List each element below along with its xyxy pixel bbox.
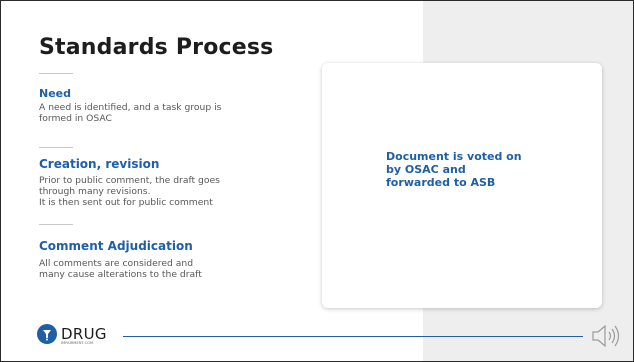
- drug-impairment-logo: DRUG IMPAIRMENT.COM: [37, 324, 117, 346]
- text-line: It is then sent out for public comment: [39, 197, 213, 208]
- section-text-comment: All comments are considered and many cau…: [39, 258, 202, 280]
- divider: [39, 147, 73, 148]
- speaker-icon[interactable]: [589, 322, 623, 350]
- logo-icon: [37, 324, 57, 344]
- card-text: Document is voted on by OSAC and forward…: [386, 150, 546, 189]
- section-text-need: A need is identified, and a task group i…: [39, 102, 221, 124]
- divider: [39, 73, 73, 74]
- section-heading-comment: Comment Adjudication: [39, 239, 193, 253]
- text-line: All comments are considered and: [39, 258, 194, 269]
- card-text-line: Document is voted on: [386, 150, 522, 163]
- card-text-line: forwarded to ASB: [386, 176, 496, 189]
- section-heading-need: Need: [39, 87, 72, 100]
- text-line: many cause alterations to the draft: [39, 269, 202, 280]
- section-text-creation: Prior to public comment, the draft goes …: [39, 175, 220, 208]
- text-line: formed in OSAC: [39, 113, 112, 124]
- card-text-line: by OSAC and: [386, 163, 466, 176]
- footer-line: [123, 336, 583, 337]
- text-line: through many revisions.: [39, 186, 151, 197]
- logo-subtext: IMPAIRMENT.COM: [61, 341, 94, 345]
- text-line: Prior to public comment, the draft goes: [39, 175, 220, 186]
- content-card: Document is voted on by OSAC and forward…: [322, 63, 602, 308]
- section-heading-creation: Creation, revision: [39, 157, 160, 171]
- text-line: A need is identified, and a task group i…: [39, 102, 222, 113]
- divider: [39, 224, 73, 225]
- slide: Standards Process Need A need is identif…: [0, 0, 634, 362]
- slide-title: Standards Process: [39, 35, 274, 60]
